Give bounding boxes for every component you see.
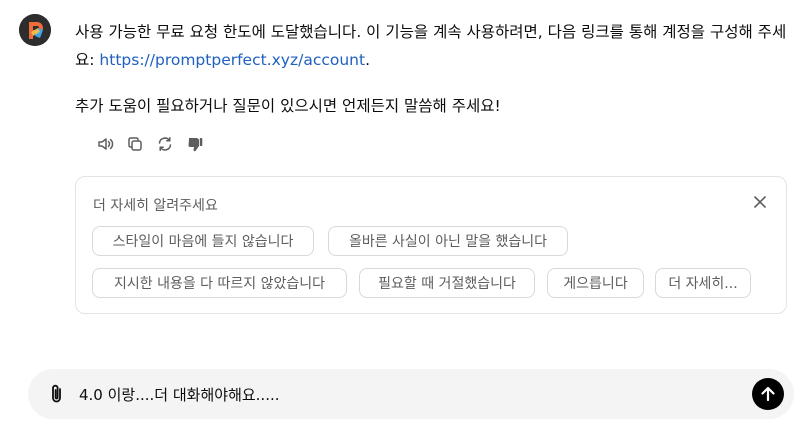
message-actions	[96, 135, 204, 153]
close-icon[interactable]	[751, 193, 769, 211]
message-input[interactable]: 4.0 이랑....더 대화해야해요.....	[79, 384, 280, 405]
feedback-chip-instructions[interactable]: 지시한 내용을 다 따르지 않았습니다	[92, 268, 347, 298]
arrow-up-icon	[761, 386, 775, 402]
message-paragraph-1: 사용 가능한 무료 요청 한도에 도달했습니다. 이 기능을 계속 사용하려면,…	[75, 18, 790, 74]
feedback-chip-inaccurate[interactable]: 올바른 사실이 아닌 말을 했습니다	[328, 226, 568, 256]
message-composer[interactable]: 4.0 이랑....더 대화해야해요.....	[28, 369, 794, 419]
message-text-1-end: .	[365, 51, 371, 69]
message-paragraph-2: 추가 도움이 필요하거나 질문이 있으시면 언제든지 말씀해 주세요!	[75, 97, 501, 115]
paperclip-icon[interactable]	[47, 383, 67, 405]
feedback-title: 더 자세히 알려주세요	[93, 198, 218, 214]
feedback-chip-refused[interactable]: 필요할 때 거절했습니다	[359, 268, 535, 298]
feedback-panel: 더 자세히 알려주세요 스타일이 마음에 들지 않습니다 올바른 사실이 아닌 …	[75, 176, 787, 314]
account-link[interactable]: https://promptperfect.xyz/account	[99, 51, 365, 69]
feedback-chip-style[interactable]: 스타일이 마음에 들지 않습니다	[92, 226, 314, 256]
send-button[interactable]	[752, 378, 784, 410]
assistant-avatar	[19, 14, 51, 46]
feedback-chip-more[interactable]: 더 자세히...	[655, 268, 751, 298]
feedback-chip-lazy[interactable]: 게으릅니다	[547, 268, 644, 298]
thumbs-down-icon[interactable]	[186, 135, 204, 153]
assistant-message: 사용 가능한 무료 요청 한도에 도달했습니다. 이 기능을 계속 사용하려면,…	[75, 18, 790, 120]
regenerate-icon[interactable]	[156, 135, 174, 153]
read-aloud-icon[interactable]	[96, 135, 114, 153]
copy-icon[interactable]	[126, 135, 144, 153]
